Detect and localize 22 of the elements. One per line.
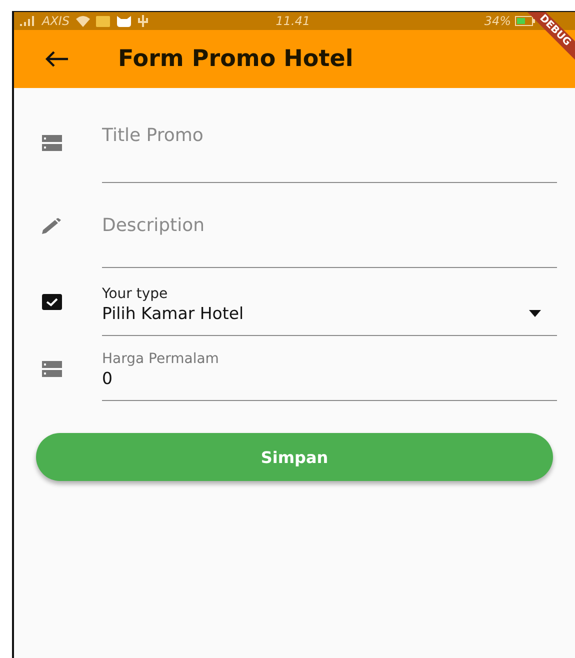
signal-icon [20,16,36,26]
field-label: Harga Permalam [102,351,220,367]
field-value: 0 [102,369,114,390]
pencil-icon [42,218,62,234]
number-field[interactable]: Harga Permalam 0 [102,336,557,401]
storage-icon [42,134,62,150]
storage-icon [42,360,62,376]
back-arrow-icon[interactable] [44,50,70,68]
field-label: Your type [102,286,169,302]
wifi-icon [76,16,90,26]
checkbox-icon[interactable] [42,294,62,310]
text-field[interactable]: Title Promo [102,102,557,183]
text-field[interactable]: Description [102,183,557,268]
battery-charging-icon [515,16,535,26]
battery-percent: 34% [484,14,511,28]
status-time: 11.41 [276,14,310,28]
dropdown-field[interactable]: Your type Pilih Kamar Hotel [102,268,557,336]
dropdown-caret-icon [529,310,541,317]
dropdown-value: Pilih Kamar Hotel [102,304,244,323]
app-title: Form Promo Hotel [118,46,354,72]
cat-icon [116,16,132,26]
carrier-name: AXIS [42,14,70,28]
